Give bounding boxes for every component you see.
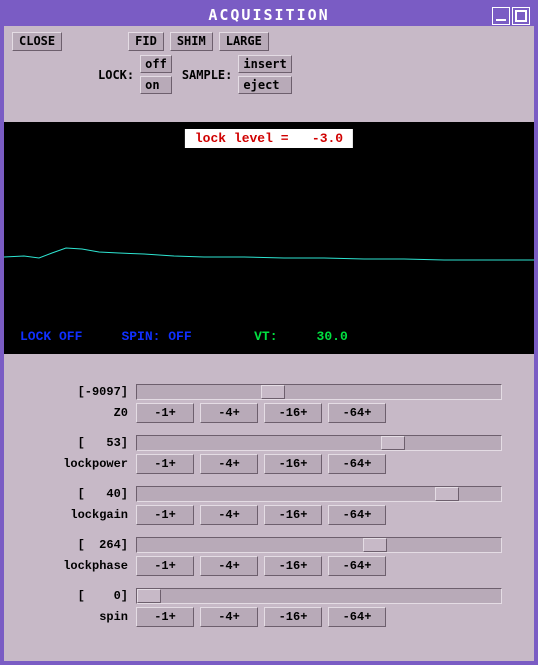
status-vt-label: VT: <box>254 329 277 344</box>
param-value: [ 40] <box>28 487 128 501</box>
Z0-step--4+[interactable]: -4+ <box>200 403 258 423</box>
lockpower-slider[interactable] <box>136 435 502 451</box>
lockphase-step--64+[interactable]: -64+ <box>328 556 386 576</box>
close-button[interactable]: CLOSE <box>12 32 62 51</box>
lockpower-step--16+[interactable]: -16+ <box>264 454 322 474</box>
status-lock: LOCK OFF <box>20 329 82 344</box>
lockphase-slider[interactable] <box>136 537 502 553</box>
lockgain-step--4+[interactable]: -4+ <box>200 505 258 525</box>
param-name: lockpower <box>28 457 128 471</box>
spin-slider[interactable] <box>136 588 502 604</box>
spin-step--16+[interactable]: -16+ <box>264 607 322 627</box>
param-value: [ 264] <box>28 538 128 552</box>
lockphase-step--1+[interactable]: -1+ <box>136 556 194 576</box>
lock-label: LOCK: <box>98 68 134 82</box>
param-lockphase: [ 264] lockphase -1+ -4+ -16+ -64+ <box>28 537 502 576</box>
param-name: lockgain <box>28 508 128 522</box>
param-name: Z0 <box>28 406 128 420</box>
lockphase-step--16+[interactable]: -16+ <box>264 556 322 576</box>
param-value: [ 53] <box>28 436 128 450</box>
status-spin: SPIN: OFF <box>121 329 191 344</box>
titlebar[interactable]: ACQUISITION <box>4 4 534 26</box>
status-line: LOCK OFF SPIN: OFF VT: 30.0 <box>20 329 348 344</box>
signal-display: lock level = -3.0 LOCK OFF SPIN: OFF VT:… <box>4 122 534 354</box>
window-title: ACQUISITION <box>208 6 329 24</box>
minimize-icon[interactable] <box>492 7 510 25</box>
lockphase-step--4+[interactable]: -4+ <box>200 556 258 576</box>
lockgain-step--1+[interactable]: -1+ <box>136 505 194 525</box>
lockgain-step--16+[interactable]: -16+ <box>264 505 322 525</box>
Z0-step--16+[interactable]: -16+ <box>264 403 322 423</box>
param-value: [-9097] <box>28 385 128 399</box>
lock-off-button[interactable]: off <box>140 55 172 73</box>
slider-thumb[interactable] <box>381 436 405 450</box>
Z0-step--64+[interactable]: -64+ <box>328 403 386 423</box>
param-name: spin <box>28 610 128 624</box>
large-button[interactable]: LARGE <box>219 32 269 51</box>
param-Z0: [-9097] Z0 -1+ -4+ -16+ -64+ <box>28 384 502 423</box>
slider-thumb[interactable] <box>137 589 161 603</box>
shim-button[interactable]: SHIM <box>170 32 213 51</box>
status-vt-value: 30.0 <box>317 329 348 344</box>
Z0-step--1+[interactable]: -1+ <box>136 403 194 423</box>
lockgain-slider[interactable] <box>136 486 502 502</box>
acquisition-window: ACQUISITION CLOSE FID SHIM LARGE LOCK: o… <box>0 0 538 665</box>
signal-trace <box>4 122 534 354</box>
param-lockpower: [ 53] lockpower -1+ -4+ -16+ -64+ <box>28 435 502 474</box>
spin-step--4+[interactable]: -4+ <box>200 607 258 627</box>
lock-on-button[interactable]: on <box>140 76 172 94</box>
maximize-icon[interactable] <box>512 7 530 25</box>
spin-step--64+[interactable]: -64+ <box>328 607 386 627</box>
param-value: [ 0] <box>28 589 128 603</box>
lockpower-step--64+[interactable]: -64+ <box>328 454 386 474</box>
slider-thumb[interactable] <box>261 385 285 399</box>
sample-insert-button[interactable]: insert <box>238 55 291 73</box>
Z0-slider[interactable] <box>136 384 502 400</box>
sample-eject-button[interactable]: eject <box>238 76 291 94</box>
slider-thumb[interactable] <box>363 538 387 552</box>
param-spin: [ 0] spin -1+ -4+ -16+ -64+ <box>28 588 502 627</box>
param-name: lockphase <box>28 559 128 573</box>
sample-label: SAMPLE: <box>182 68 233 82</box>
slider-thumb[interactable] <box>435 487 459 501</box>
lockpower-step--4+[interactable]: -4+ <box>200 454 258 474</box>
param-lockgain: [ 40] lockgain -1+ -4+ -16+ -64+ <box>28 486 502 525</box>
lockgain-step--64+[interactable]: -64+ <box>328 505 386 525</box>
spin-step--1+[interactable]: -1+ <box>136 607 194 627</box>
lockpower-step--1+[interactable]: -1+ <box>136 454 194 474</box>
fid-button[interactable]: FID <box>128 32 164 51</box>
